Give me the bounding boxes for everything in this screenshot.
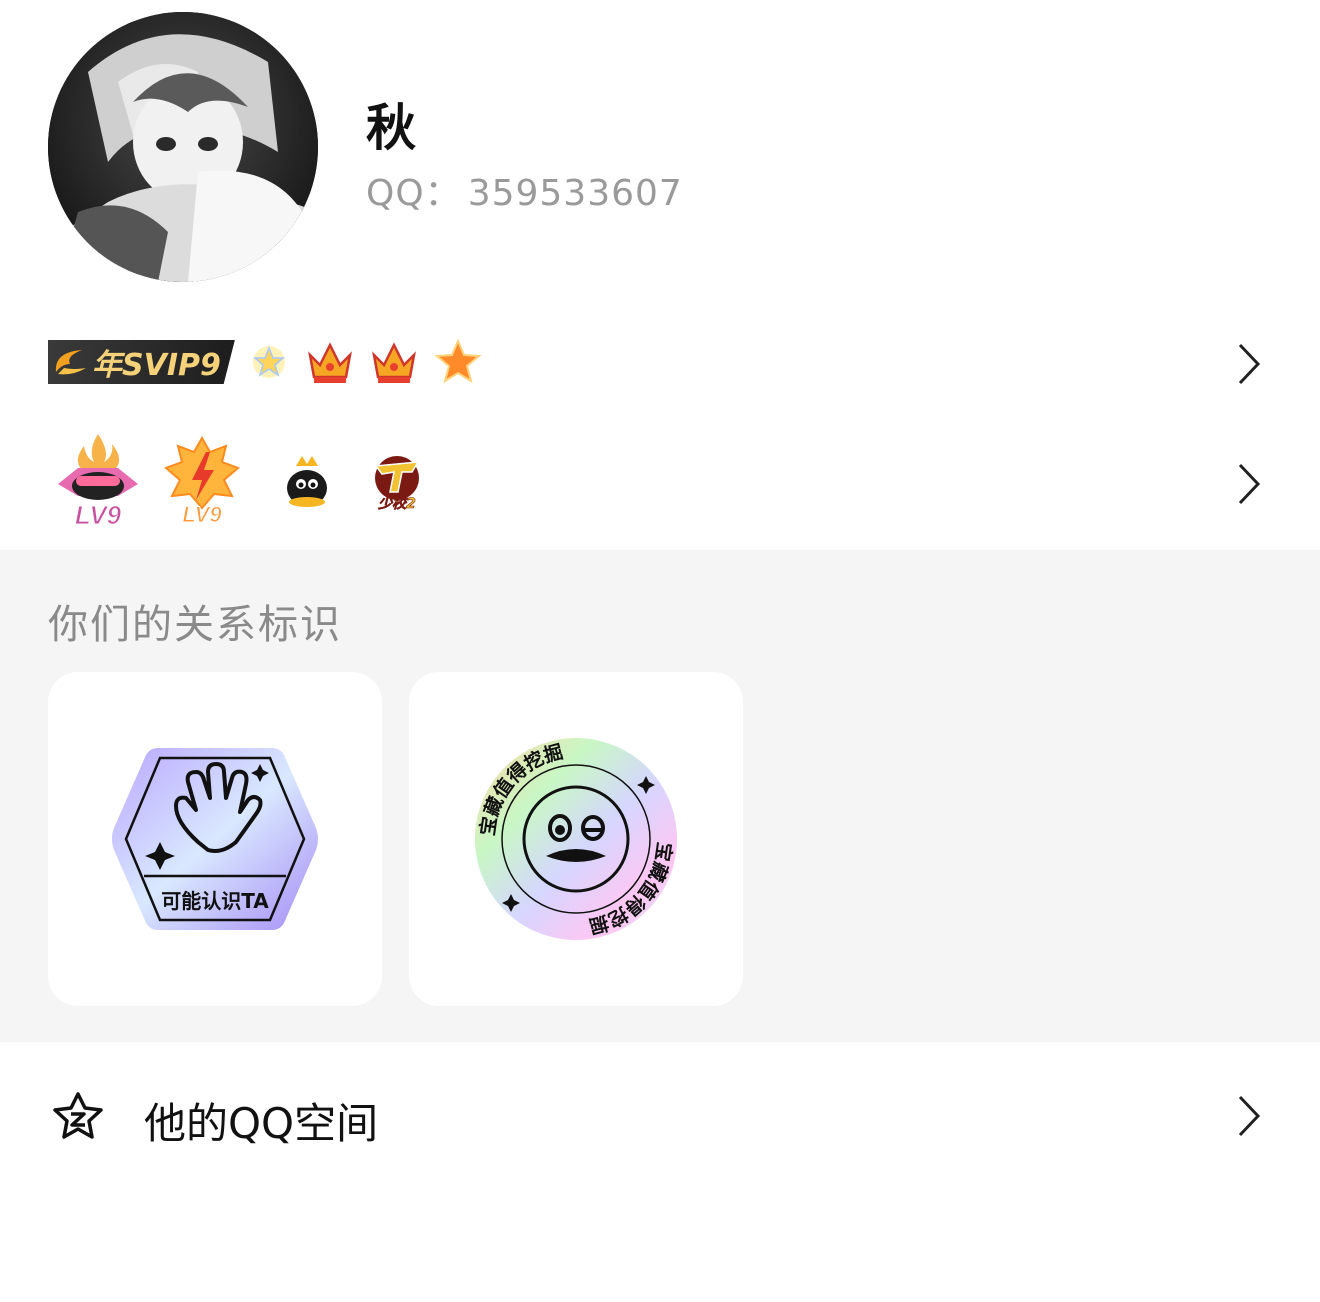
relation-section-title: 你们的关系标识 (48, 602, 342, 648)
game-badges-row[interactable]: LV9 LV9 少校2 (0, 432, 1320, 532)
vip-badges: 年SVIP9 (48, 312, 497, 412)
profile-header: 秋 QQ： 359533607 年SVIP9 LV9 LV9 少校2 (0, 0, 1320, 550)
chevron-right-icon[interactable] (1236, 462, 1262, 506)
qzone-row[interactable]: 他的QQ空间 (0, 1060, 1320, 1170)
winking-face-icon: 宝藏值得挖掘 宝藏值得挖掘 (475, 738, 677, 940)
crossfire-icon: 少校2 (374, 456, 420, 512)
lightning-lv9-icon: LV9 (164, 436, 240, 528)
nickname: 秋 (366, 99, 416, 157)
chevron-right-icon[interactable] (1236, 342, 1262, 386)
avatar[interactable] (48, 12, 318, 282)
chevron-right-icon[interactable] (1236, 1094, 1262, 1138)
qzone-star-icon (53, 1092, 103, 1139)
vip-badges-row[interactable]: 年SVIP9 (0, 312, 1320, 412)
svip-badge: 年SVIP9 (48, 340, 235, 384)
waving-hand-icon: 可能认识TA (112, 748, 318, 930)
qzone-label: 他的QQ空间 (144, 1099, 379, 1148)
crown-icon (307, 342, 352, 383)
lv-label: LV9 (75, 500, 122, 530)
relation-card-may-know[interactable]: 可能认识TA (48, 672, 382, 1006)
relation-card-treasure[interactable]: 宝藏值得挖掘 宝藏值得挖掘 (409, 672, 743, 1006)
star-icon (434, 338, 482, 384)
svip-swoosh-icon (55, 350, 86, 375)
fire-penguin-lv9-icon: LV9 (58, 434, 138, 530)
crown-icon (371, 342, 416, 383)
lv-label: LV9 (182, 502, 222, 527)
relation-section: 你们的关系标识 可能认识TA 宝藏值得挖掘 宝藏值得挖掘 (0, 550, 1320, 1042)
qq-number-line: QQ： 359533607 (366, 164, 683, 216)
game-badges: LV9 LV9 少校2 (48, 432, 440, 532)
qq-label: QQ： (366, 173, 462, 214)
cf-label: 少校2 (378, 495, 416, 512)
may-know-label: 可能认识TA (161, 889, 269, 913)
sun-star-icon (252, 345, 285, 378)
penguin-icon (287, 456, 327, 507)
svip-label: 年SVIP9 (92, 348, 221, 383)
qq-number: 359533607 (467, 173, 683, 214)
